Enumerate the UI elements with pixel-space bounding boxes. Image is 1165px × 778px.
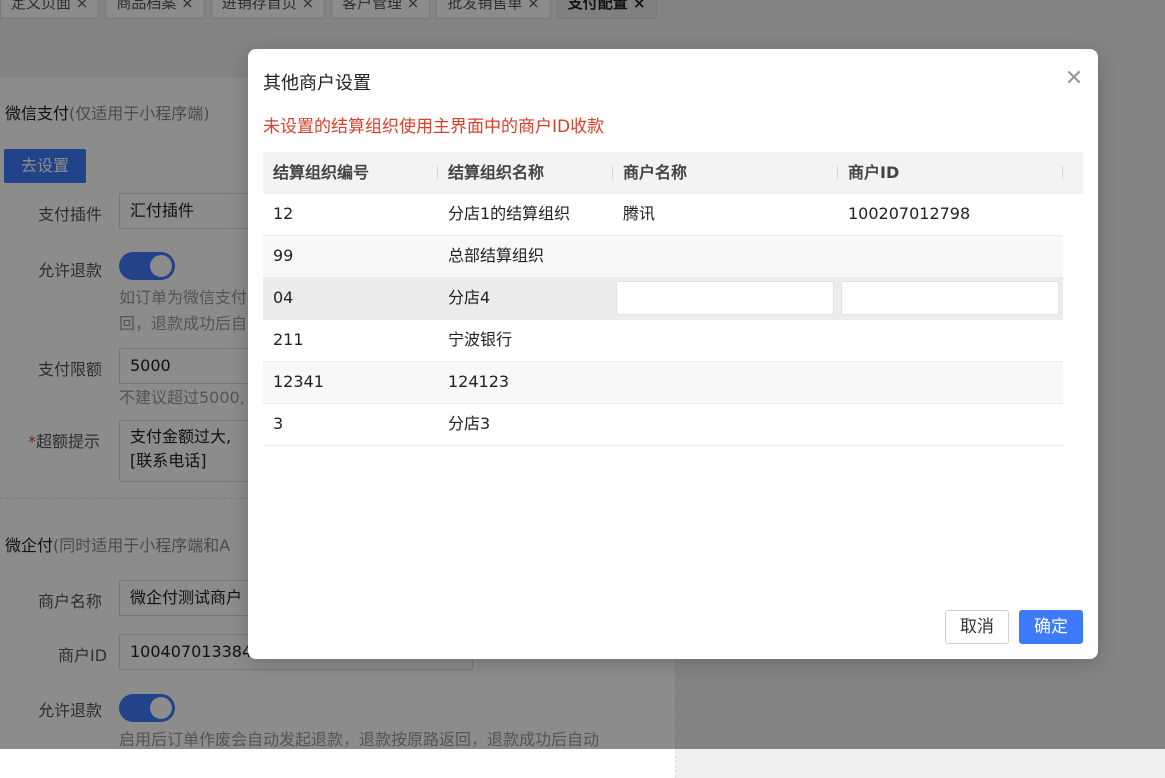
cell-name: 124123 [448, 372, 510, 391]
cell-code: 12 [273, 204, 294, 223]
merchant-name-cell-input[interactable] [616, 281, 834, 315]
confirm-button[interactable]: 确定 [1019, 610, 1083, 644]
column-header-code: 结算组织编号 [263, 152, 438, 194]
other-merchant-settings-dialog: 其他商户设置 ✕ 未设置的结算组织使用主界面中的商户ID收款 结算组织编号 结算… [248, 49, 1098, 659]
column-header-name: 结算组织名称 [438, 152, 613, 194]
table-header: 结算组织编号 结算组织名称 商户名称 商户ID [263, 152, 1083, 194]
table-row[interactable]: 04 分店4 [263, 278, 1063, 320]
column-header-text: 商户ID [848, 163, 900, 182]
cancel-button[interactable]: 取消 [945, 610, 1009, 644]
dialog-title: 其他商户设置 [263, 73, 371, 94]
cell-code: 99 [273, 246, 294, 265]
cell-merchant [613, 278, 838, 319]
column-header-merchant-id: 商户ID [838, 152, 1063, 194]
column-header-text: 结算组织编号 [273, 163, 370, 182]
cell-code: 3 [273, 414, 284, 433]
cell-merchant-id [838, 278, 1063, 319]
table-row[interactable]: 12 分店1的结算组织 腾讯 100207012798 [263, 194, 1063, 236]
dialog-warning: 未设置的结算组织使用主界面中的商户ID收款 [263, 117, 605, 137]
cell-code: 12341 [273, 372, 324, 391]
cell-merchant[interactable] [613, 404, 838, 445]
dialog-footer: 取消 确定 [945, 610, 1083, 644]
cell-name: 分店4 [448, 288, 491, 307]
close-icon[interactable]: ✕ [1064, 68, 1084, 90]
cell-merchant[interactable] [613, 320, 838, 361]
cell-code: 04 [273, 288, 294, 307]
table-row[interactable]: 3 分店3 [263, 404, 1063, 446]
merchant-table: 结算组织编号 结算组织名称 商户名称 商户ID 12 分店1的结算组织 腾讯 1… [263, 152, 1083, 446]
cell-name: 宁波银行 [448, 330, 513, 349]
cell-merchant[interactable] [613, 236, 838, 277]
cell-merchant-id[interactable] [838, 362, 1063, 403]
table-body: 12 分店1的结算组织 腾讯 100207012798 99 总部结算组织 04… [263, 194, 1063, 446]
column-header-text: 结算组织名称 [448, 163, 545, 182]
cell-merchant-id[interactable] [838, 404, 1063, 445]
table-row[interactable]: 99 总部结算组织 [263, 236, 1063, 278]
cell-merchant[interactable]: 腾讯 [613, 194, 838, 235]
merchant-id-cell-input[interactable] [841, 281, 1059, 315]
table-row[interactable]: 211 宁波银行 [263, 320, 1063, 362]
cell-code: 211 [273, 330, 304, 349]
cell-merchant-id[interactable] [838, 236, 1063, 277]
table-row[interactable]: 12341 124123 [263, 362, 1063, 404]
cell-name: 分店1的结算组织 [448, 204, 571, 223]
column-header-text: 商户名称 [623, 163, 688, 182]
column-header-spacer [1063, 152, 1083, 194]
cell-merchant-id[interactable]: 100207012798 [838, 194, 1063, 235]
cell-name: 分店3 [448, 414, 491, 433]
cell-merchant[interactable] [613, 362, 838, 403]
cell-merchant-id[interactable] [838, 320, 1063, 361]
column-header-merchant: 商户名称 [613, 152, 838, 194]
cell-name: 总部结算组织 [448, 246, 545, 265]
